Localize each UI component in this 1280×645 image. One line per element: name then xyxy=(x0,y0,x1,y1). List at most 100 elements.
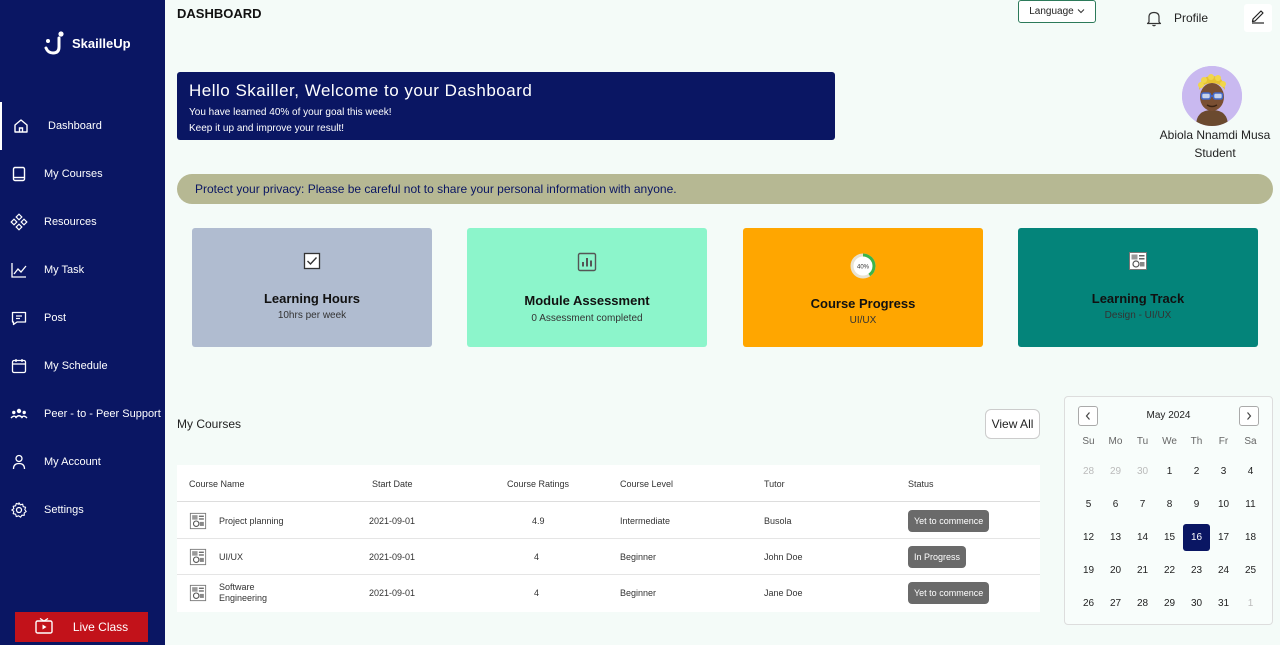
calendar-day[interactable]: 28 xyxy=(1129,587,1156,620)
avatar[interactable] xyxy=(1182,66,1242,126)
calendar-day[interactable]: 29 xyxy=(1102,455,1129,488)
calendar-widget: May 2024 Su Mo Tu We Th Fr Sa 28 29 30 1… xyxy=(1064,396,1273,625)
calendar-day[interactable]: 11 xyxy=(1237,488,1264,521)
card-title: Learning Hours xyxy=(263,291,361,306)
calendar-day[interactable]: 18 xyxy=(1237,521,1264,554)
calendar-week: 26 27 28 29 30 31 1 xyxy=(1075,587,1264,620)
sidebar-item-my-schedule[interactable]: My Schedule xyxy=(0,342,165,390)
calendar-day[interactable]: 30 xyxy=(1129,455,1156,488)
weekday: Fr xyxy=(1218,436,1229,447)
calendar-day[interactable]: 27 xyxy=(1102,587,1129,620)
calendar-day[interactable]: 2 xyxy=(1183,455,1210,488)
live-class-button[interactable]: Live Class xyxy=(15,612,148,642)
calendar-day[interactable]: 24 xyxy=(1210,554,1237,587)
people-icon xyxy=(10,405,28,423)
sidebar-item-settings[interactable]: Settings xyxy=(0,486,165,534)
calendar-day[interactable]: 31 xyxy=(1210,587,1237,620)
calendar-day[interactable]: 23 xyxy=(1183,554,1210,587)
live-tv-icon xyxy=(35,617,53,637)
calendar-day[interactable]: 14 xyxy=(1129,521,1156,554)
sidebar-item-post[interactable]: Post xyxy=(0,294,165,342)
start-date: 2021-09-01 xyxy=(369,588,416,598)
calendar-day[interactable]: 6 xyxy=(1102,488,1129,521)
table-row[interactable]: UI/UX 2021-09-01 4 Beginner John Doe In … xyxy=(177,539,1040,575)
learning-hours-card[interactable]: Learning Hours 10hrs per week xyxy=(192,228,432,347)
calendar-next-button[interactable] xyxy=(1239,406,1259,426)
sidebar-item-peer-support[interactable]: Peer - to - Peer Support xyxy=(0,390,165,438)
calendar-day[interactable]: 15 xyxy=(1156,521,1183,554)
course-thumbnail-icon xyxy=(189,512,207,530)
tutor: Jane Doe xyxy=(764,588,803,598)
user-name: Abiola Nnamdi Musa xyxy=(1159,128,1271,142)
calendar-day[interactable]: 13 xyxy=(1102,521,1129,554)
calendar-day[interactable]: 28 xyxy=(1075,455,1102,488)
calendar-day[interactable]: 16 xyxy=(1183,524,1210,551)
tutor: Busola xyxy=(764,516,792,526)
col-tutor: Tutor xyxy=(764,479,785,489)
calendar-day[interactable]: 17 xyxy=(1210,521,1237,554)
table-row[interactable]: Software Engineering 2021-09-01 4 Beginn… xyxy=(177,575,1040,612)
calendar-day[interactable]: 20 xyxy=(1102,554,1129,587)
calendar-day[interactable]: 1 xyxy=(1156,455,1183,488)
weekday: Su xyxy=(1082,436,1095,447)
course-thumbnail-icon xyxy=(189,548,207,566)
module-assessment-card[interactable]: Module Assessment 0 Assessment completed xyxy=(467,228,707,347)
welcome-title: Hello Skailler, Welcome to your Dashboar… xyxy=(189,81,533,100)
sidebar-item-dashboard[interactable]: Dashboard xyxy=(0,102,165,150)
profile-link[interactable]: Profile xyxy=(1174,11,1208,25)
calendar-day[interactable]: 22 xyxy=(1156,554,1183,587)
progress-ring-icon: 40% xyxy=(743,252,983,280)
level: Beginner xyxy=(620,588,657,598)
sidebar-item-my-account[interactable]: My Account xyxy=(0,438,165,486)
calendar-day[interactable]: 8 xyxy=(1156,488,1183,521)
calendar-day[interactable]: 26 xyxy=(1075,587,1102,620)
sidebar-item-label: My Account xyxy=(44,456,101,468)
learning-track-card[interactable]: Learning Track Design - UI/UX xyxy=(1018,228,1258,347)
brand-logo[interactable]: SkailleUp xyxy=(42,30,131,56)
sidebar: SkailleUp Dashboard My Courses Resources… xyxy=(0,0,165,645)
view-all-button[interactable]: View All xyxy=(985,409,1040,439)
table-row[interactable]: Project planning 2021-09-01 4.9 Intermed… xyxy=(177,503,1040,539)
calendar-day[interactable]: 1 xyxy=(1237,587,1264,620)
checkbox-icon xyxy=(192,252,432,270)
calendar-day[interactable]: 29 xyxy=(1156,587,1183,620)
start-date: 2021-09-01 xyxy=(369,516,416,526)
calendar-weekdays: Su Mo Tu We Th Fr Sa xyxy=(1075,429,1264,455)
calendar-day[interactable]: 3 xyxy=(1210,455,1237,488)
calendar-day[interactable]: 25 xyxy=(1237,554,1264,587)
sidebar-item-my-courses[interactable]: My Courses xyxy=(0,150,165,198)
calendar-day[interactable]: 5 xyxy=(1075,488,1102,521)
calendar-day[interactable]: 9 xyxy=(1183,488,1210,521)
courses-table: Course Name Start Date Course Ratings Co… xyxy=(177,465,1040,612)
weekday: We xyxy=(1162,436,1177,447)
calendar-day[interactable]: 10 xyxy=(1210,488,1237,521)
start-date: 2021-09-01 xyxy=(369,552,416,562)
sidebar-item-resources[interactable]: Resources xyxy=(0,198,165,246)
bar-chart-icon xyxy=(467,252,707,272)
sidebar-item-label: Dashboard xyxy=(48,120,102,132)
user-icon xyxy=(10,453,28,471)
language-label: Language xyxy=(1029,6,1074,17)
course-name: UI/UX xyxy=(219,552,244,562)
rating: 4 xyxy=(534,588,540,598)
weekday: Th xyxy=(1190,436,1203,447)
language-dropdown[interactable]: Language xyxy=(1018,0,1096,23)
calendar-day[interactable]: 4 xyxy=(1237,455,1264,488)
calendar-day[interactable]: 21 xyxy=(1129,554,1156,587)
weekday: Sa xyxy=(1244,436,1257,447)
my-courses-title: My Courses xyxy=(177,417,242,431)
calendar-grid: Su Mo Tu We Th Fr Sa 28 29 30 1 2 3 4 5 … xyxy=(1075,429,1264,620)
calendar-day[interactable]: 7 xyxy=(1129,488,1156,521)
col-course-name: Course Name xyxy=(189,479,245,489)
live-class-label: Live Class xyxy=(72,620,129,634)
bell-icon[interactable] xyxy=(1145,9,1163,32)
chevron-down-icon xyxy=(1077,6,1085,17)
course-name-line-2: Engineering xyxy=(219,593,268,603)
calendar-day[interactable]: 30 xyxy=(1183,587,1210,620)
sidebar-item-my-task[interactable]: My Task xyxy=(0,246,165,294)
card-title: Learning Track xyxy=(1091,291,1185,306)
calendar-day[interactable]: 19 xyxy=(1075,554,1102,587)
edit-button[interactable] xyxy=(1244,4,1272,32)
course-progress-card[interactable]: 40% Course Progress UI/UX xyxy=(743,228,983,347)
calendar-day[interactable]: 12 xyxy=(1075,521,1102,554)
